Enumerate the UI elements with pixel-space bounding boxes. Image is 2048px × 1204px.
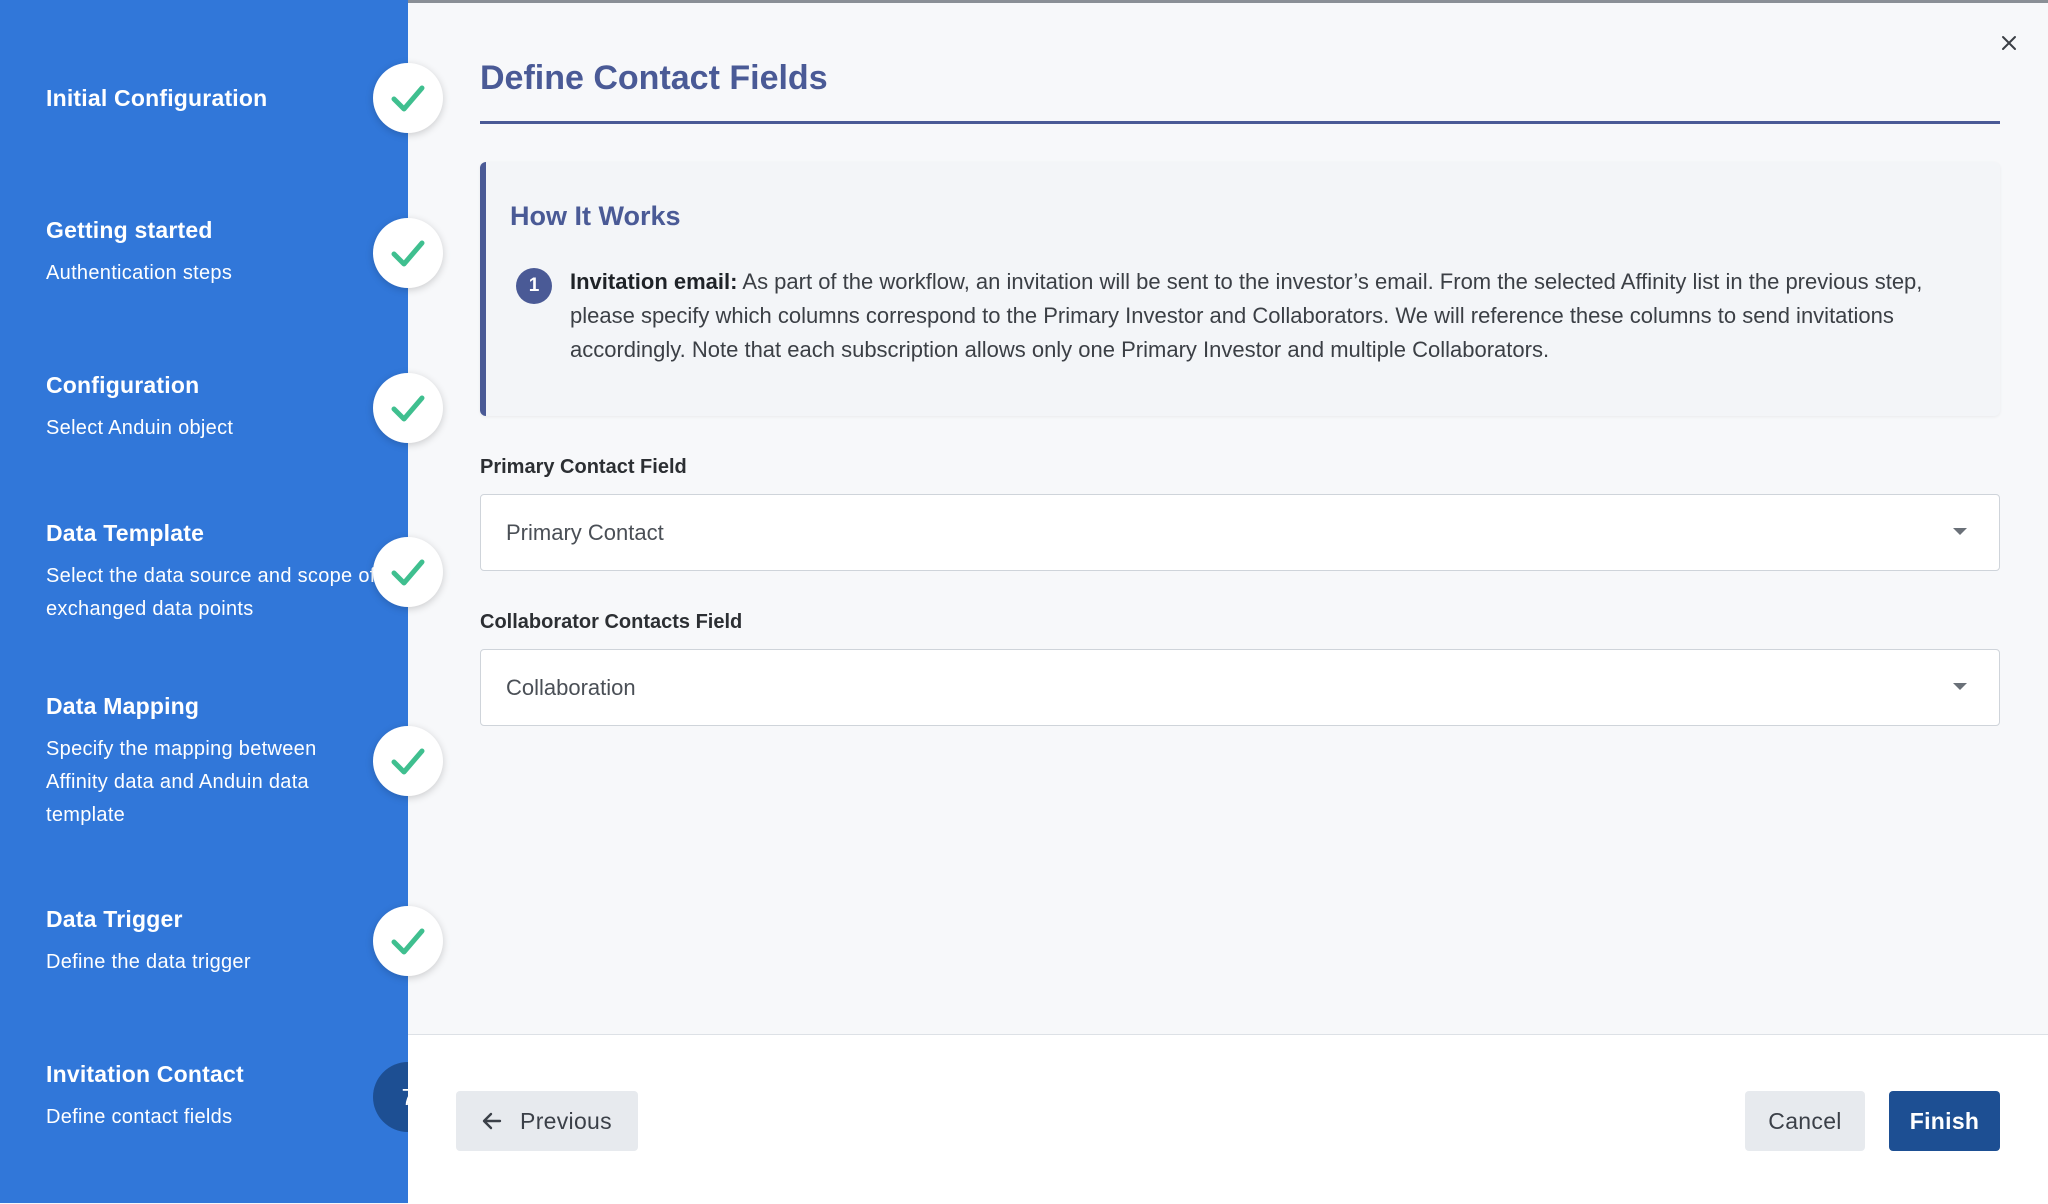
step-subtitle: Select Anduin object xyxy=(46,417,234,439)
step-title: Initial Configuration xyxy=(46,85,268,111)
collaborator-contacts-field-label: Collaborator Contacts Field xyxy=(480,611,743,633)
step-initial-configuration: Initial Configuration xyxy=(46,83,376,113)
finish-button[interactable]: Finish xyxy=(1889,1091,2000,1151)
step-complete-marker xyxy=(373,906,443,976)
step-data-template: Data Template Select the data source and… xyxy=(46,518,376,626)
check-icon xyxy=(391,748,425,775)
finish-button-label: Finish xyxy=(1909,1107,1980,1134)
previous-button-label: Previous xyxy=(520,1107,612,1134)
step-title: Invitation Contact xyxy=(46,1061,244,1087)
title-divider xyxy=(480,121,2000,124)
invitation-email-description: Invitation email: As part of the workflo… xyxy=(570,265,1970,367)
chevron-down-icon xyxy=(1953,528,1967,535)
step-getting-started: Getting started Authentication steps xyxy=(46,215,376,290)
step-data-trigger: Data Trigger Define the data trigger xyxy=(46,904,376,979)
cancel-button-label: Cancel xyxy=(1768,1107,1842,1134)
step-title: Configuration xyxy=(46,372,200,398)
step-complete-marker xyxy=(373,63,443,133)
step-number-badge: 1 xyxy=(516,268,552,304)
page-title: Define Contact Fields xyxy=(480,59,828,97)
close-icon xyxy=(2002,36,2016,50)
invitation-email-text: As part of the workflow, an invitation w… xyxy=(570,269,1923,362)
close-button[interactable] xyxy=(1996,30,2022,56)
step-data-mapping: Data Mapping Specify the mapping between… xyxy=(46,691,376,832)
step-title: Data Mapping xyxy=(46,693,200,719)
steps-sidebar: Initial Configuration Getting started Au… xyxy=(0,0,408,1203)
cancel-button[interactable]: Cancel xyxy=(1745,1091,1865,1151)
check-icon xyxy=(391,559,425,586)
collaborator-contacts-select-value: Collaboration xyxy=(506,675,636,700)
previous-button[interactable]: Previous xyxy=(456,1091,638,1151)
step-title: Getting started xyxy=(46,217,213,243)
check-icon xyxy=(391,240,425,267)
primary-contact-select[interactable]: Primary Contact xyxy=(480,494,2000,571)
arrow-left-icon xyxy=(482,1112,502,1130)
check-icon xyxy=(391,928,425,955)
collaborator-contacts-select[interactable]: Collaboration xyxy=(480,649,2000,726)
step-complete-marker xyxy=(373,373,443,443)
step-invitation-contact: Invitation Contact Define contact fields xyxy=(46,1059,376,1134)
step-subtitle: Define contact fields xyxy=(46,1106,233,1128)
chevron-down-icon xyxy=(1953,683,1967,690)
invitation-email-label: Invitation email: xyxy=(570,269,738,294)
step-subtitle: Define the data trigger xyxy=(46,951,251,973)
step-title: Data Template xyxy=(46,520,205,546)
step-complete-marker xyxy=(373,537,443,607)
step-title: Data Trigger xyxy=(46,906,183,932)
step-subtitle: Select the data source and scope of exch… xyxy=(46,565,376,620)
check-icon xyxy=(391,395,425,422)
step-subtitle: Specify the mapping between Affinity dat… xyxy=(46,738,317,826)
step-subtitle: Authentication steps xyxy=(46,262,233,284)
step-complete-marker xyxy=(373,726,443,796)
how-it-works-heading: How It Works xyxy=(510,201,681,231)
primary-contact-field-label: Primary Contact Field xyxy=(480,456,687,478)
primary-contact-select-value: Primary Contact xyxy=(506,520,664,545)
step-complete-marker xyxy=(373,218,443,288)
step-configuration: Configuration Select Anduin object xyxy=(46,370,376,445)
check-icon xyxy=(391,85,425,112)
